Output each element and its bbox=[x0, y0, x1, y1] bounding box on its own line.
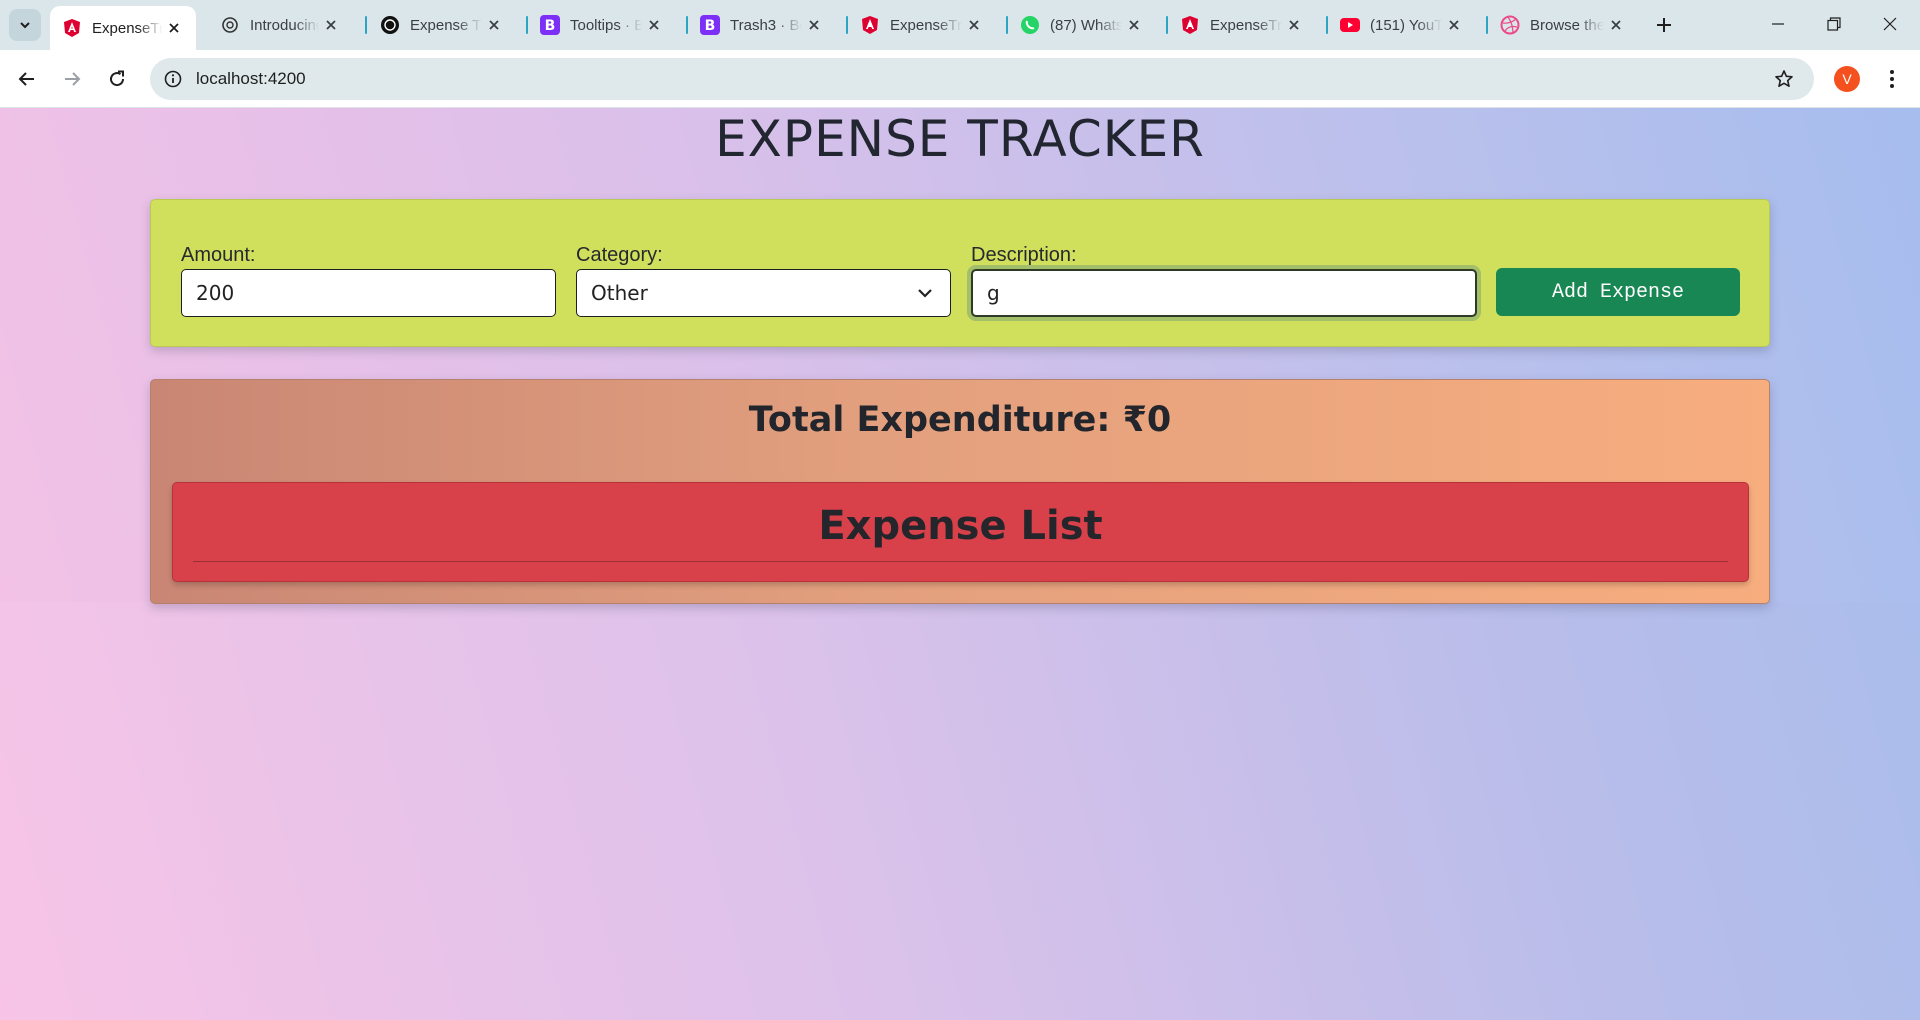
amount-label: Amount: bbox=[181, 244, 256, 266]
address-bar[interactable]: localhost:4200 bbox=[150, 58, 1814, 100]
close-icon[interactable] bbox=[162, 16, 186, 40]
tab-tooltips-bootstrap[interactable]: B Tooltips · Bootstrap bbox=[528, 7, 676, 43]
dribbble-icon bbox=[1500, 15, 1520, 35]
total-expenditure: Total Expenditure: ₹0 bbox=[748, 400, 1172, 440]
browser-toolbar: localhost:4200 V bbox=[0, 50, 1920, 108]
description-label: Description: bbox=[971, 244, 1077, 266]
category-value: Other bbox=[591, 281, 648, 305]
close-icon[interactable] bbox=[1604, 13, 1628, 37]
tab-strip: ExpenseTracker Introducing Expense Track… bbox=[0, 0, 1920, 50]
svg-text:B: B bbox=[545, 18, 556, 34]
tab-title: ExpenseTracker bbox=[890, 16, 962, 34]
description-value: g bbox=[987, 281, 1000, 305]
tab-title: Expense Tracker bbox=[410, 16, 482, 34]
tab-title: Tooltips · Bootstrap bbox=[570, 16, 642, 34]
tab-whatsapp[interactable]: (87) WhatsApp bbox=[1008, 7, 1156, 43]
add-expense-button[interactable]: Add Expense bbox=[1496, 268, 1740, 316]
more-vertical-icon bbox=[1890, 70, 1894, 88]
tab-expense-tracker-chat[interactable]: Expense Tracker bbox=[368, 7, 516, 43]
bookmark-star-icon[interactable] bbox=[1772, 67, 1796, 91]
arrow-left-icon bbox=[18, 72, 34, 86]
tab-youtube[interactable]: (151) YouTube bbox=[1328, 7, 1476, 43]
bootstrap-icon: B bbox=[540, 15, 560, 35]
tab-separator bbox=[365, 16, 367, 34]
arrow-right-icon bbox=[65, 72, 81, 86]
minimize-icon bbox=[1772, 23, 1784, 25]
tab-introducing[interactable]: Introducing bbox=[208, 7, 353, 43]
close-icon[interactable] bbox=[642, 13, 666, 37]
svg-text:B: B bbox=[705, 18, 716, 34]
plus-icon bbox=[1657, 18, 1671, 32]
tab-title: Introducing bbox=[250, 16, 319, 34]
tab-title: ExpenseTracker bbox=[1210, 16, 1282, 34]
chevron-down-icon bbox=[20, 22, 30, 29]
tab-title: Trash3 · Bootstrap bbox=[730, 16, 802, 34]
angular-icon bbox=[62, 18, 82, 38]
openai-icon bbox=[380, 15, 400, 35]
category-label: Category: bbox=[576, 244, 663, 266]
expense-summary-card: Total Expenditure: ₹0 Expense List bbox=[150, 379, 1770, 604]
tab-title: (151) YouTube bbox=[1370, 16, 1442, 34]
reload-button[interactable] bbox=[101, 63, 133, 95]
profile-avatar[interactable]: V bbox=[1834, 66, 1860, 92]
tab-title: (87) WhatsApp bbox=[1050, 16, 1122, 34]
amount-value: 200 bbox=[196, 281, 235, 305]
category-select[interactable]: Other bbox=[576, 269, 951, 317]
tab-expensetracker-active[interactable]: ExpenseTracker bbox=[50, 6, 196, 50]
expense-list-heading: Expense List bbox=[818, 503, 1103, 549]
amount-input[interactable]: 200 bbox=[181, 269, 556, 317]
tab-title: ExpenseTracker bbox=[92, 19, 162, 37]
close-icon[interactable] bbox=[319, 13, 343, 37]
site-info-icon[interactable] bbox=[162, 68, 184, 90]
close-icon[interactable] bbox=[962, 13, 986, 37]
tab-dribbble[interactable]: Browse the bbox=[1488, 7, 1638, 43]
page-title: EXPENSE TRACKER bbox=[715, 110, 1205, 168]
tab-title: Browse the bbox=[1530, 16, 1604, 34]
expense-list: Expense List bbox=[172, 482, 1749, 582]
bootstrap-icon: B bbox=[700, 15, 720, 35]
divider bbox=[193, 561, 1728, 562]
chevron-down-icon bbox=[918, 289, 932, 298]
openai-icon bbox=[220, 15, 240, 35]
forward-button[interactable] bbox=[56, 63, 88, 95]
close-icon[interactable] bbox=[482, 13, 506, 37]
youtube-icon bbox=[1340, 15, 1360, 35]
expense-form: Amount: 200 Category: Other Description:… bbox=[150, 199, 1770, 347]
back-button[interactable] bbox=[11, 63, 43, 95]
tab-trash3-bootstrap[interactable]: B Trash3 · Bootstrap bbox=[688, 7, 836, 43]
tab-search-button[interactable] bbox=[9, 9, 41, 41]
angular-icon bbox=[1180, 15, 1200, 35]
new-tab-button[interactable] bbox=[1650, 11, 1678, 39]
description-input[interactable]: g bbox=[971, 269, 1477, 317]
whatsapp-icon bbox=[1020, 15, 1040, 35]
tab-expensetracker-3[interactable]: ExpenseTracker bbox=[1168, 7, 1316, 43]
tab-expensetracker-2[interactable]: ExpenseTracker bbox=[848, 7, 996, 43]
angular-icon bbox=[860, 15, 880, 35]
close-icon[interactable] bbox=[1122, 13, 1146, 37]
close-window-button[interactable] bbox=[1862, 0, 1918, 48]
close-icon[interactable] bbox=[1442, 13, 1466, 37]
restore-button[interactable] bbox=[1806, 0, 1862, 48]
minimize-button[interactable] bbox=[1750, 0, 1806, 48]
app-container: EXPENSE TRACKER Amount: 200 Category: Ot… bbox=[0, 108, 1920, 604]
restore-icon bbox=[1827, 17, 1841, 31]
page-viewport: EXPENSE TRACKER Amount: 200 Category: Ot… bbox=[0, 108, 1920, 1020]
url-text: localhost:4200 bbox=[196, 69, 306, 88]
more-menu-button[interactable] bbox=[1878, 65, 1906, 93]
close-icon bbox=[1883, 17, 1897, 31]
close-icon[interactable] bbox=[802, 13, 826, 37]
reload-icon bbox=[110, 70, 125, 87]
close-icon[interactable] bbox=[1282, 13, 1306, 37]
